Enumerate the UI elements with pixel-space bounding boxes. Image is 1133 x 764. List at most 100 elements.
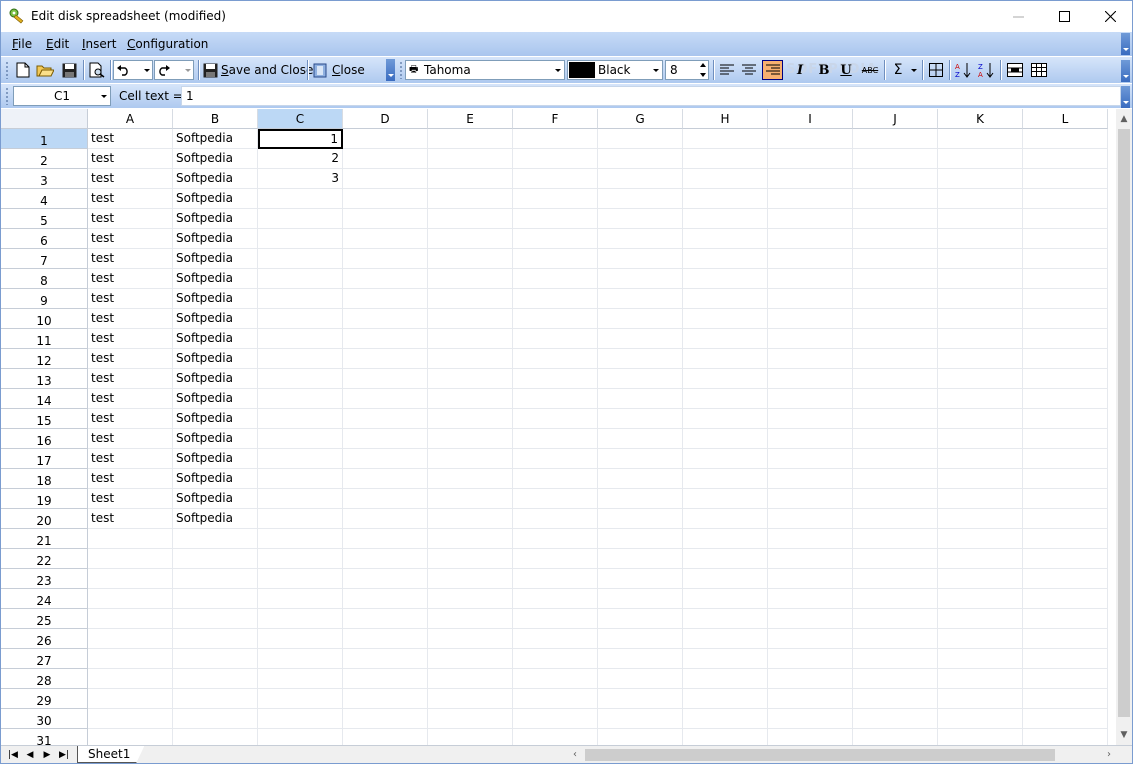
cell-h23[interactable] (683, 569, 768, 589)
cell-i13[interactable] (768, 369, 853, 389)
cell-e15[interactable] (428, 409, 513, 429)
cell-g10[interactable] (598, 309, 683, 329)
select-all-corner[interactable] (1, 109, 88, 129)
cell-h5[interactable] (683, 209, 768, 229)
next-sheet-icon[interactable]: ▶ (39, 747, 55, 763)
vertical-scrollbar[interactable]: ▲ ▼ (1116, 109, 1132, 745)
cell-d1[interactable] (343, 129, 428, 149)
cell-c31[interactable] (258, 729, 343, 745)
vertical-scroll-thumb[interactable] (1118, 129, 1130, 717)
cell-k20[interactable] (938, 509, 1023, 529)
cell-c11[interactable] (258, 329, 343, 349)
cell-c26[interactable] (258, 629, 343, 649)
cell-j25[interactable] (853, 609, 938, 629)
toolbar-grip-icon[interactable] (400, 61, 402, 79)
cell-a18[interactable]: test (88, 469, 173, 489)
cell-i5[interactable] (768, 209, 853, 229)
row-header-20[interactable]: 20 (1, 509, 88, 529)
cell-h17[interactable] (683, 449, 768, 469)
cell-b19[interactable]: Softpedia (173, 489, 258, 509)
cell-g19[interactable] (598, 489, 683, 509)
cell-d22[interactable] (343, 549, 428, 569)
cell-i15[interactable] (768, 409, 853, 429)
cell-g30[interactable] (598, 709, 683, 729)
cell-c3[interactable]: 3 (258, 169, 343, 189)
cell-e27[interactable] (428, 649, 513, 669)
cell-k25[interactable] (938, 609, 1023, 629)
cell-k16[interactable] (938, 429, 1023, 449)
cell-i28[interactable] (768, 669, 853, 689)
cell-g3[interactable] (598, 169, 683, 189)
cell-h21[interactable] (683, 529, 768, 549)
cell-j1[interactable] (853, 129, 938, 149)
cell-j21[interactable] (853, 529, 938, 549)
cell-e3[interactable] (428, 169, 513, 189)
cell-j17[interactable] (853, 449, 938, 469)
row-header-8[interactable]: 8 (1, 269, 88, 289)
row-header-1[interactable]: 1 (1, 129, 88, 149)
cell-e2[interactable] (428, 149, 513, 169)
cell-j29[interactable] (853, 689, 938, 709)
cell-f15[interactable] (513, 409, 598, 429)
cell-f29[interactable] (513, 689, 598, 709)
cell-k7[interactable] (938, 249, 1023, 269)
cell-k24[interactable] (938, 589, 1023, 609)
cell-e24[interactable] (428, 589, 513, 609)
cell-f10[interactable] (513, 309, 598, 329)
cell-d11[interactable] (343, 329, 428, 349)
cell-e17[interactable] (428, 449, 513, 469)
row-header-17[interactable]: 17 (1, 449, 88, 469)
cell-k1[interactable] (938, 129, 1023, 149)
row-header-4[interactable]: 4 (1, 189, 88, 209)
open-folder-button[interactable] (35, 60, 55, 80)
cell-j9[interactable] (853, 289, 938, 309)
cell-l23[interactable] (1023, 569, 1108, 589)
cell-i2[interactable] (768, 149, 853, 169)
cell-j5[interactable] (853, 209, 938, 229)
cell-c25[interactable] (258, 609, 343, 629)
cell-d10[interactable] (343, 309, 428, 329)
row-header-3[interactable]: 3 (1, 169, 88, 189)
cell-k22[interactable] (938, 549, 1023, 569)
cell-h2[interactable] (683, 149, 768, 169)
cell-i23[interactable] (768, 569, 853, 589)
cell-j3[interactable] (853, 169, 938, 189)
cell-d19[interactable] (343, 489, 428, 509)
cell-j31[interactable] (853, 729, 938, 745)
cell-i8[interactable] (768, 269, 853, 289)
cell-i7[interactable] (768, 249, 853, 269)
cell-e21[interactable] (428, 529, 513, 549)
cell-l3[interactable] (1023, 169, 1108, 189)
cell-a23[interactable] (88, 569, 173, 589)
cell-c15[interactable] (258, 409, 343, 429)
cell-c10[interactable] (258, 309, 343, 329)
cell-e1[interactable] (428, 129, 513, 149)
cell-g13[interactable] (598, 369, 683, 389)
cell-h13[interactable] (683, 369, 768, 389)
cell-e10[interactable] (428, 309, 513, 329)
cell-k21[interactable] (938, 529, 1023, 549)
cell-j23[interactable] (853, 569, 938, 589)
cell-i29[interactable] (768, 689, 853, 709)
close-window-button[interactable] (1087, 1, 1132, 31)
cell-c22[interactable] (258, 549, 343, 569)
cell-b27[interactable] (173, 649, 258, 669)
new-document-button[interactable] (13, 60, 33, 80)
cell-h26[interactable] (683, 629, 768, 649)
borders-button[interactable] (926, 60, 946, 80)
cell-j7[interactable] (853, 249, 938, 269)
cell-e23[interactable] (428, 569, 513, 589)
cell-a12[interactable]: test (88, 349, 173, 369)
cell-k17[interactable] (938, 449, 1023, 469)
cell-h12[interactable] (683, 349, 768, 369)
cell-f24[interactable] (513, 589, 598, 609)
cell-a22[interactable] (88, 549, 173, 569)
cell-k30[interactable] (938, 709, 1023, 729)
cell-j8[interactable] (853, 269, 938, 289)
cell-d30[interactable] (343, 709, 428, 729)
cell-i6[interactable] (768, 229, 853, 249)
cell-d28[interactable] (343, 669, 428, 689)
cell-a4[interactable]: test (88, 189, 173, 209)
cell-g15[interactable] (598, 409, 683, 429)
cell-c9[interactable] (258, 289, 343, 309)
